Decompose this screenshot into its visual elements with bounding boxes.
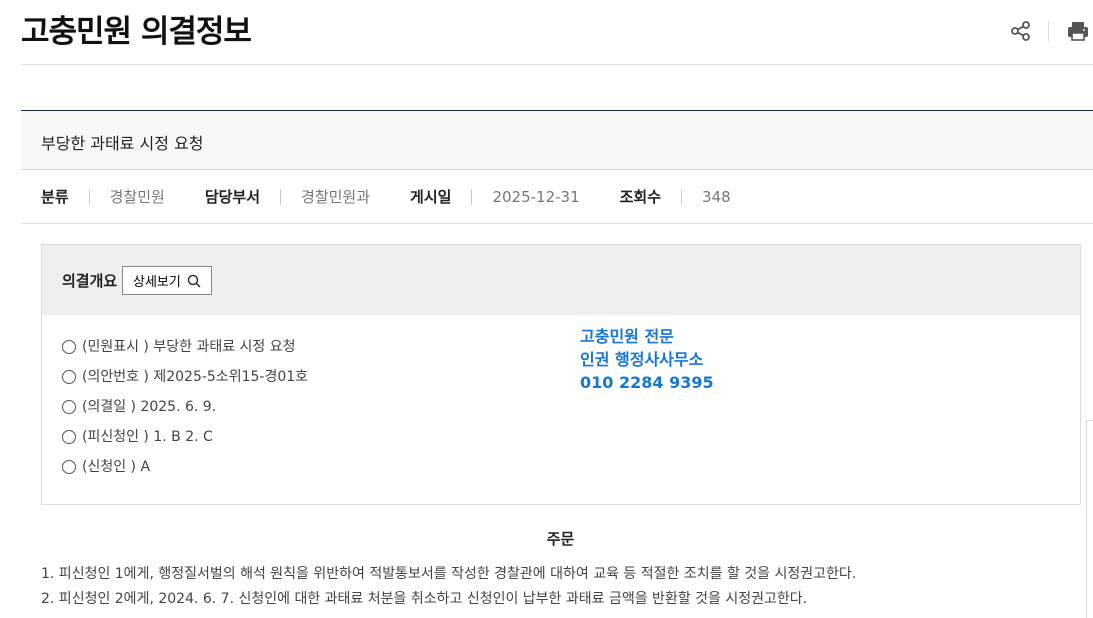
summary-box: 의결개요 상세보기 (민원표시 ) 부당한 과태료 시정 요청 (의안번호 ) … [41,244,1081,505]
meta-divider [681,188,683,205]
ad-line-2: 인권 행정사사무소 [580,350,704,369]
meta-label-posted-date: 게시일 [410,188,452,206]
detail-view-label: 상세보기 [133,274,181,289]
meta-value-category: 경찰민원 [109,188,165,206]
ad-line-1: 고충민원 전문 [580,327,674,346]
side-panel-edge [1086,420,1093,618]
ad-contact-block: 고충민원 전문 인권 행정사사무소 010 2284 9395 [580,325,714,394]
page-title: 고충민원 의결정보 [21,14,252,50]
meta-label-category: 분류 [41,188,69,206]
meta-divider [280,188,282,205]
list-item: (피신청인 ) 1. B 2. C [62,427,308,457]
subject-title: 부당한 과태료 시정 요청 [41,134,204,153]
meta-value-posted-date: 2025-12-31 [492,187,580,206]
list-item: (민원표시 ) 부당한 과태료 시정 요청 [62,337,308,367]
circle-bullet-icon [62,370,76,384]
meta-label-department: 담당부서 [204,188,261,206]
summary-list: (민원표시 ) 부당한 과태료 시정 요청 (의안번호 ) 제2025-5소위1… [62,337,308,487]
circle-bullet-icon [62,400,76,414]
subject-bar: 부당한 과태료 시정 요청 [21,110,1093,170]
meta-row: 분류 경찰민원 담당부서 경찰민원과 게시일 2025-12-31 조회수 34… [21,170,1093,224]
detail-view-button[interactable]: 상세보기 [122,266,212,295]
actions-divider [1048,21,1049,41]
print-button[interactable] [1063,16,1093,46]
meta-divider [88,188,90,205]
order-item: 1. 피신청인 1에게, 행정질서벌의 해석 원칙을 위반하여 적발통보서를 작… [41,566,857,582]
circle-bullet-icon [62,430,76,444]
summary-label: 의결개요 [62,272,118,290]
search-icon [187,274,201,288]
order-item: 2. 피신청인 2에게, 2024. 6. 7. 신청인에 대한 과태료 처분을… [41,591,808,607]
meta-value-department: 경찰민원과 [301,188,371,206]
meta-value-views: 348 [702,187,731,206]
circle-bullet-icon [62,460,76,474]
circle-bullet-icon [62,340,76,354]
ad-phone: 010 2284 9395 [580,373,714,392]
title-divider [21,64,1093,65]
list-item: (신청인 ) A [62,457,308,487]
meta-label-views: 조회수 [619,188,662,206]
share-icon [1011,21,1030,41]
list-item: (의결일 ) 2025. 6. 9. [62,397,308,427]
share-button[interactable] [1006,16,1036,46]
summary-header: 의결개요 상세보기 [42,245,1080,315]
meta-divider [471,188,473,205]
list-item: (의안번호 ) 제2025-5소위15-경01호 [62,367,308,397]
top-actions [1006,16,1093,46]
order-list: 1. 피신청인 1에게, 행정질서벌의 해석 원칙을 위반하여 적발통보서를 작… [41,564,856,614]
print-icon [1068,22,1088,41]
order-title: 주문 [546,530,575,548]
